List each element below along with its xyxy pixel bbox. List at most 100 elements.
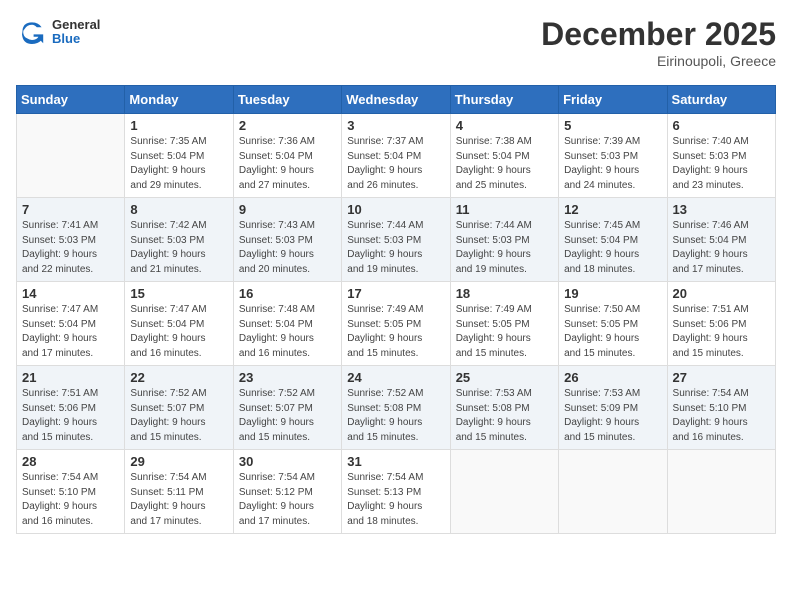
day-number: 24 (347, 370, 444, 385)
day-info: Sunrise: 7:49 AMSunset: 5:05 PMDaylight:… (456, 303, 553, 361)
day-info: Sunrise: 7:54 AMSunset: 5:13 PMDaylight:… (347, 471, 444, 529)
day-of-week-header: Saturday (667, 86, 775, 114)
calendar-day-cell: 6 Sunrise: 7:40 AMSunset: 5:03 PMDaylight… (667, 114, 775, 198)
day-number: 9 (239, 202, 336, 217)
day-info: Sunrise: 7:47 AMSunset: 5:04 PMDaylight:… (130, 303, 227, 361)
calendar-day-cell: 8Sunrise: 7:42 AMSunset: 5:03 PMDaylight… (125, 198, 233, 282)
calendar-day-cell: 15 Sunrise: 7:47 AMSunset: 5:04 PMDayligh… (125, 282, 233, 366)
day-of-week-header: Thursday (450, 86, 558, 114)
calendar-week-row: 21 Sunrise: 7:51 AMSunset: 5:06 PMDayligh… (17, 366, 776, 450)
calendar-day-cell: 20Sunrise: 7:51 AMSunset: 5:06 PMDayligh… (667, 282, 775, 366)
day-number: 29 (130, 454, 227, 469)
calendar-day-cell: 5 Sunrise: 7:39 AMSunset: 5:03 PMDaylight… (559, 114, 667, 198)
day-number: 21 (22, 370, 119, 385)
day-number: 18 (456, 286, 553, 301)
day-info: Sunrise: 7:53 AMSunset: 5:09 PMDaylight:… (564, 387, 661, 445)
day-info: Sunrise: 7:51 AMSunset: 5:06 PMDaylight:… (673, 303, 770, 361)
page-header: General Blue December 2025 Eirinoupoli, … (16, 16, 776, 69)
day-info: Sunrise: 7:54 AMSunset: 5:10 PMDaylight:… (673, 387, 770, 445)
day-of-week-header: Tuesday (233, 86, 341, 114)
day-info: Sunrise: 7:52 AMSunset: 5:07 PMDaylight:… (239, 387, 336, 445)
calendar-day-cell (450, 450, 558, 534)
day-info: Sunrise: 7:40 AMSunset: 5:03 PMDaylight:… (673, 135, 770, 193)
day-of-week-header: Wednesday (342, 86, 450, 114)
day-info: Sunrise: 7:54 AMSunset: 5:12 PMDaylight:… (239, 471, 336, 529)
logo-blue: Blue (52, 32, 100, 46)
day-info: Sunrise: 7:51 AMSunset: 5:06 PMDaylight:… (22, 387, 119, 445)
day-number: 7 (22, 202, 119, 217)
calendar-day-cell: 4 Sunrise: 7:38 AMSunset: 5:04 PMDaylight… (450, 114, 558, 198)
title-block: December 2025 Eirinoupoli, Greece (541, 16, 776, 69)
calendar-day-cell: 7 Sunrise: 7:41 AMSunset: 5:03 PMDaylight… (17, 198, 125, 282)
calendar-day-cell: 17 Sunrise: 7:49 AMSunset: 5:05 PMDayligh… (342, 282, 450, 366)
calendar-day-cell: 28 Sunrise: 7:54 AMSunset: 5:10 PMDayligh… (17, 450, 125, 534)
calendar-day-cell: 1Sunrise: 7:35 AMSunset: 5:04 PMDaylight… (125, 114, 233, 198)
day-number: 30 (239, 454, 336, 469)
calendar-table: SundayMondayTuesdayWednesdayThursdayFrid… (16, 85, 776, 534)
day-info: Sunrise: 7:44 AMSunset: 5:03 PMDaylight:… (347, 219, 444, 277)
day-info: Sunrise: 7:53 AMSunset: 5:08 PMDaylight:… (456, 387, 553, 445)
day-info: Sunrise: 7:46 AMSunset: 5:04 PMDaylight:… (673, 219, 770, 277)
logo-icon (16, 16, 48, 48)
day-number: 17 (347, 286, 444, 301)
day-number: 10 (347, 202, 444, 217)
logo-text: General Blue (52, 18, 100, 47)
day-of-week-header: Monday (125, 86, 233, 114)
calendar-day-cell: 26 Sunrise: 7:53 AMSunset: 5:09 PMDayligh… (559, 366, 667, 450)
calendar-day-cell: 9Sunrise: 7:43 AMSunset: 5:03 PMDaylight… (233, 198, 341, 282)
calendar-day-cell: 29 Sunrise: 7:54 AMSunset: 5:11 PMDayligh… (125, 450, 233, 534)
day-number: 26 (564, 370, 661, 385)
calendar-day-cell: 12 Sunrise: 7:45 AMSunset: 5:04 PMDayligh… (559, 198, 667, 282)
day-number: 3 (347, 118, 444, 133)
day-info: Sunrise: 7:54 AMSunset: 5:10 PMDaylight:… (22, 471, 119, 529)
day-info: Sunrise: 7:49 AMSunset: 5:05 PMDaylight:… (347, 303, 444, 361)
day-info: Sunrise: 7:48 AMSunset: 5:04 PMDaylight:… (239, 303, 336, 361)
location: Eirinoupoli, Greece (541, 53, 776, 69)
day-info: Sunrise: 7:35 AMSunset: 5:04 PMDaylight:… (130, 135, 227, 193)
logo: General Blue (16, 16, 100, 48)
day-info: Sunrise: 7:36 AMSunset: 5:04 PMDaylight:… (239, 135, 336, 193)
calendar-day-cell: 10 Sunrise: 7:44 AMSunset: 5:03 PMDayligh… (342, 198, 450, 282)
logo-general: General (52, 18, 100, 32)
day-info: Sunrise: 7:39 AMSunset: 5:03 PMDaylight:… (564, 135, 661, 193)
day-number: 6 (673, 118, 770, 133)
day-number: 28 (22, 454, 119, 469)
calendar-day-cell: 18 Sunrise: 7:49 AMSunset: 5:05 PMDayligh… (450, 282, 558, 366)
calendar-day-cell: 22 Sunrise: 7:52 AMSunset: 5:07 PMDayligh… (125, 366, 233, 450)
calendar-day-cell (667, 450, 775, 534)
day-number: 12 (564, 202, 661, 217)
day-info: Sunrise: 7:44 AMSunset: 5:03 PMDaylight:… (456, 219, 553, 277)
day-info: Sunrise: 7:38 AMSunset: 5:04 PMDaylight:… (456, 135, 553, 193)
calendar-day-cell: 27Sunrise: 7:54 AMSunset: 5:10 PMDayligh… (667, 366, 775, 450)
day-number: 4 (456, 118, 553, 133)
day-info: Sunrise: 7:52 AMSunset: 5:07 PMDaylight:… (130, 387, 227, 445)
calendar-day-cell: 23Sunrise: 7:52 AMSunset: 5:07 PMDayligh… (233, 366, 341, 450)
calendar-week-row: 7 Sunrise: 7:41 AMSunset: 5:03 PMDaylight… (17, 198, 776, 282)
day-info: Sunrise: 7:42 AMSunset: 5:03 PMDaylight:… (130, 219, 227, 277)
calendar-day-cell: 21 Sunrise: 7:51 AMSunset: 5:06 PMDayligh… (17, 366, 125, 450)
day-info: Sunrise: 7:41 AMSunset: 5:03 PMDaylight:… (22, 219, 119, 277)
day-number: 2 (239, 118, 336, 133)
calendar-day-cell: 25 Sunrise: 7:53 AMSunset: 5:08 PMDayligh… (450, 366, 558, 450)
calendar-day-cell: 16 Sunrise: 7:48 AMSunset: 5:04 PMDayligh… (233, 282, 341, 366)
day-info: Sunrise: 7:45 AMSunset: 5:04 PMDaylight:… (564, 219, 661, 277)
calendar-day-cell (17, 114, 125, 198)
calendar-day-cell: 24 Sunrise: 7:52 AMSunset: 5:08 PMDayligh… (342, 366, 450, 450)
calendar-day-cell: 31 Sunrise: 7:54 AMSunset: 5:13 PMDayligh… (342, 450, 450, 534)
day-number: 22 (130, 370, 227, 385)
day-info: Sunrise: 7:50 AMSunset: 5:05 PMDaylight:… (564, 303, 661, 361)
day-number: 31 (347, 454, 444, 469)
day-number: 5 (564, 118, 661, 133)
day-number: 25 (456, 370, 553, 385)
day-number: 16 (239, 286, 336, 301)
day-info: Sunrise: 7:54 AMSunset: 5:11 PMDaylight:… (130, 471, 227, 529)
calendar-week-row: 1Sunrise: 7:35 AMSunset: 5:04 PMDaylight… (17, 114, 776, 198)
day-info: Sunrise: 7:52 AMSunset: 5:08 PMDaylight:… (347, 387, 444, 445)
day-number: 11 (456, 202, 553, 217)
calendar-day-cell: 2 Sunrise: 7:36 AMSunset: 5:04 PMDaylight… (233, 114, 341, 198)
calendar-day-cell: 19Sunrise: 7:50 AMSunset: 5:05 PMDayligh… (559, 282, 667, 366)
calendar-day-cell: 30 Sunrise: 7:54 AMSunset: 5:12 PMDayligh… (233, 450, 341, 534)
calendar-day-cell: 14Sunrise: 7:47 AMSunset: 5:04 PMDayligh… (17, 282, 125, 366)
day-of-week-header: Sunday (17, 86, 125, 114)
day-number: 15 (130, 286, 227, 301)
